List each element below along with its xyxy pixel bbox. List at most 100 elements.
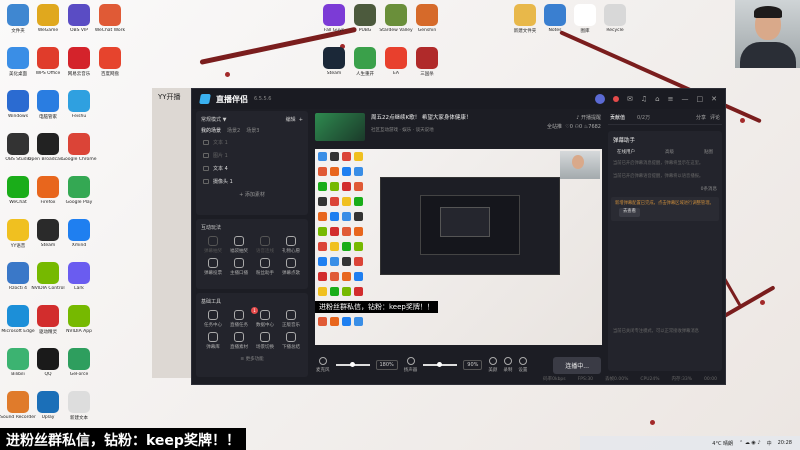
menu-icon[interactable]: ≡ bbox=[668, 95, 674, 103]
app-titlebar[interactable]: 直播伴侣 6.5.5.6 ✉ ♫ ⌂ ≡ — □ ✕ bbox=[192, 89, 725, 109]
mic-control[interactable]: 麦克风 bbox=[316, 357, 330, 373]
desktop-icon[interactable]: 新建文本 bbox=[59, 391, 99, 421]
source-item[interactable]: 文本 1 bbox=[199, 136, 305, 149]
more-features-button[interactable]: ≡ 更多功能 bbox=[199, 353, 305, 365]
notice-button[interactable]: 开播提醒 bbox=[581, 115, 601, 121]
tool-item[interactable]: 粉丝助手 bbox=[253, 258, 277, 276]
desktop-icon[interactable]: Lark bbox=[59, 262, 99, 291]
headset-icon[interactable]: ♫ bbox=[641, 95, 647, 103]
add-scene-button[interactable]: + bbox=[299, 117, 303, 123]
tool-item[interactable]: 福袋抽奖 bbox=[227, 236, 251, 254]
desktop-icon[interactable]: Recycle bbox=[595, 4, 635, 33]
background-window[interactable]: YY开播 bbox=[152, 88, 192, 378]
tool-item[interactable]: 弹幕投票 bbox=[201, 258, 225, 276]
weather-widget[interactable]: 4°C 晴朗 bbox=[712, 440, 733, 447]
preview-icon bbox=[342, 212, 351, 221]
desktop-icon-label: Genshin bbox=[417, 28, 437, 33]
tool-label: 礼物心愿 bbox=[282, 249, 300, 254]
preview-icon bbox=[330, 257, 339, 266]
source-item[interactable]: 文本 4 bbox=[199, 162, 305, 175]
speaker-slider[interactable] bbox=[423, 362, 458, 367]
tool-item[interactable]: 主播口播 bbox=[227, 258, 251, 276]
danmaku-subtab[interactable]: 在线用户 bbox=[617, 149, 635, 155]
tool-item[interactable]: 礼物心愿 bbox=[279, 236, 303, 254]
danmaku-subtab[interactable]: 贴图 bbox=[704, 149, 713, 155]
tray-icons[interactable]: ⌃ ☁ ◉ ♪ bbox=[739, 440, 761, 446]
tool-item[interactable]: 1 直播任务 bbox=[227, 307, 258, 328]
preview-webcam bbox=[560, 151, 600, 179]
preview-icon bbox=[318, 167, 327, 176]
scene-section: 常规模式 ▼ 编辑 + 我的场景 场景2 场景3 文本 1 图片 1 文本 4 摄像头 1… bbox=[196, 111, 308, 215]
right-tab[interactable]: 贡献值 bbox=[610, 114, 625, 121]
desktop-icon[interactable]: 三国杀 bbox=[407, 47, 447, 77]
desktop-icon[interactable]: Genshin bbox=[407, 4, 447, 33]
edit-button[interactable]: 编辑 bbox=[286, 117, 296, 123]
beauty-button[interactable]: 美颜 bbox=[488, 357, 497, 373]
minimize-icon[interactable]: — bbox=[682, 95, 689, 103]
tool-item[interactable]: 弹幕抽奖 bbox=[201, 236, 225, 254]
comment-button[interactable]: 评论 bbox=[710, 114, 720, 121]
share-button[interactable]: 分享 bbox=[696, 114, 706, 121]
tool-item[interactable]: 场景切换 bbox=[253, 332, 277, 350]
mic-volume[interactable]: 180% bbox=[375, 360, 398, 370]
maximize-icon[interactable]: □ bbox=[697, 95, 704, 103]
desktop-icon[interactable]: Google Play bbox=[59, 176, 99, 205]
warning-view-button[interactable]: 去查看 bbox=[619, 207, 640, 217]
tool-item[interactable]: 直播素材 bbox=[227, 332, 251, 350]
desktop-icon-label: 新建文本 bbox=[70, 416, 88, 421]
promote-button[interactable]: 全站推 bbox=[547, 124, 562, 130]
tool-item[interactable]: 下播总结 bbox=[279, 332, 303, 350]
scene-tab[interactable]: 场景2 bbox=[227, 127, 240, 134]
tool-label: 任务中心 bbox=[204, 323, 222, 328]
start-stream-button[interactable]: 连播中... bbox=[553, 356, 601, 374]
clock[interactable]: 20:28 bbox=[778, 440, 792, 446]
desktop-icon[interactable]: GeForce bbox=[59, 348, 99, 377]
notification-dot bbox=[613, 96, 620, 102]
source-label: 文本 4 bbox=[213, 166, 228, 172]
tool-item[interactable]: 数据中心 bbox=[253, 310, 277, 328]
danmaku-subtab[interactable]: 高级 bbox=[665, 149, 674, 155]
tool-item[interactable]: 语音连线 bbox=[253, 236, 277, 254]
right-tab[interactable]: 0/2万 bbox=[637, 114, 650, 121]
tool-item[interactable]: 任务中心 bbox=[201, 310, 225, 328]
room-cover-thumbnail[interactable] bbox=[315, 113, 365, 141]
desktop-icon[interactable]: 百度网盘 bbox=[90, 47, 130, 77]
desktop-icon[interactable]: WeChat Work bbox=[90, 4, 130, 33]
source-icon bbox=[203, 166, 209, 171]
desktop-icon[interactable]: Xmind bbox=[59, 219, 99, 248]
message-icon[interactable]: ✉ bbox=[627, 95, 633, 103]
desktop-icon[interactable]: NVIDIA App bbox=[59, 305, 99, 334]
settings-button[interactable]: 设置 bbox=[518, 357, 527, 373]
record-icon bbox=[503, 357, 512, 365]
shirt-icon[interactable]: ⌂ bbox=[655, 95, 659, 103]
mic-slider[interactable] bbox=[335, 362, 370, 367]
desktop-icon[interactable]: Feishu bbox=[59, 90, 99, 119]
record-button[interactable]: 录制 bbox=[503, 357, 512, 373]
room-title[interactable]: 周五22点继续K歌！ 希望大家身体健康！ bbox=[371, 113, 471, 121]
tool-item[interactable]: 弹幕点歌 bbox=[279, 258, 303, 276]
speaker-control[interactable]: 扬声器 bbox=[404, 357, 417, 373]
input-language[interactable]: 中 bbox=[767, 440, 772, 447]
add-source-button[interactable]: + 添加素材 bbox=[199, 188, 305, 201]
tool-item[interactable]: 正版音乐 bbox=[279, 310, 303, 328]
app-icon bbox=[68, 4, 90, 26]
center-panel: 周五22点继续K歌！ 希望大家身体健康！ 社区互动游戏 · 娱乐 · 谈天说地 … bbox=[312, 111, 605, 381]
room-category[interactable]: 社区互动游戏 · 娱乐 · 谈天说地 bbox=[371, 127, 471, 133]
stream-preview[interactable]: 进粉丝群私信，钻粉：keep奖牌！！ bbox=[315, 149, 602, 345]
user-avatar[interactable] bbox=[595, 94, 606, 104]
source-item[interactable]: 摄像头 1 bbox=[199, 175, 305, 188]
preview-icon bbox=[342, 242, 351, 251]
app-icon bbox=[7, 262, 29, 284]
scene-tab[interactable]: 场景3 bbox=[246, 127, 259, 134]
wallpaper-petal bbox=[760, 300, 765, 305]
app-icon bbox=[37, 391, 59, 413]
close-icon[interactable]: ✕ bbox=[711, 95, 717, 103]
tool-item[interactable]: 弹幕库 bbox=[201, 332, 225, 350]
speaker-volume[interactable]: 90% bbox=[463, 360, 483, 370]
desktop-icon[interactable]: Google Chrome bbox=[59, 133, 99, 162]
mode-selector[interactable]: 常规模式 ▼ bbox=[201, 116, 226, 123]
source-item[interactable]: 图片 1 bbox=[199, 149, 305, 162]
scene-tab[interactable]: 我的场景 bbox=[201, 127, 221, 134]
tool-label: 主播口播 bbox=[230, 271, 248, 276]
source-label: 文本 1 bbox=[213, 140, 228, 146]
